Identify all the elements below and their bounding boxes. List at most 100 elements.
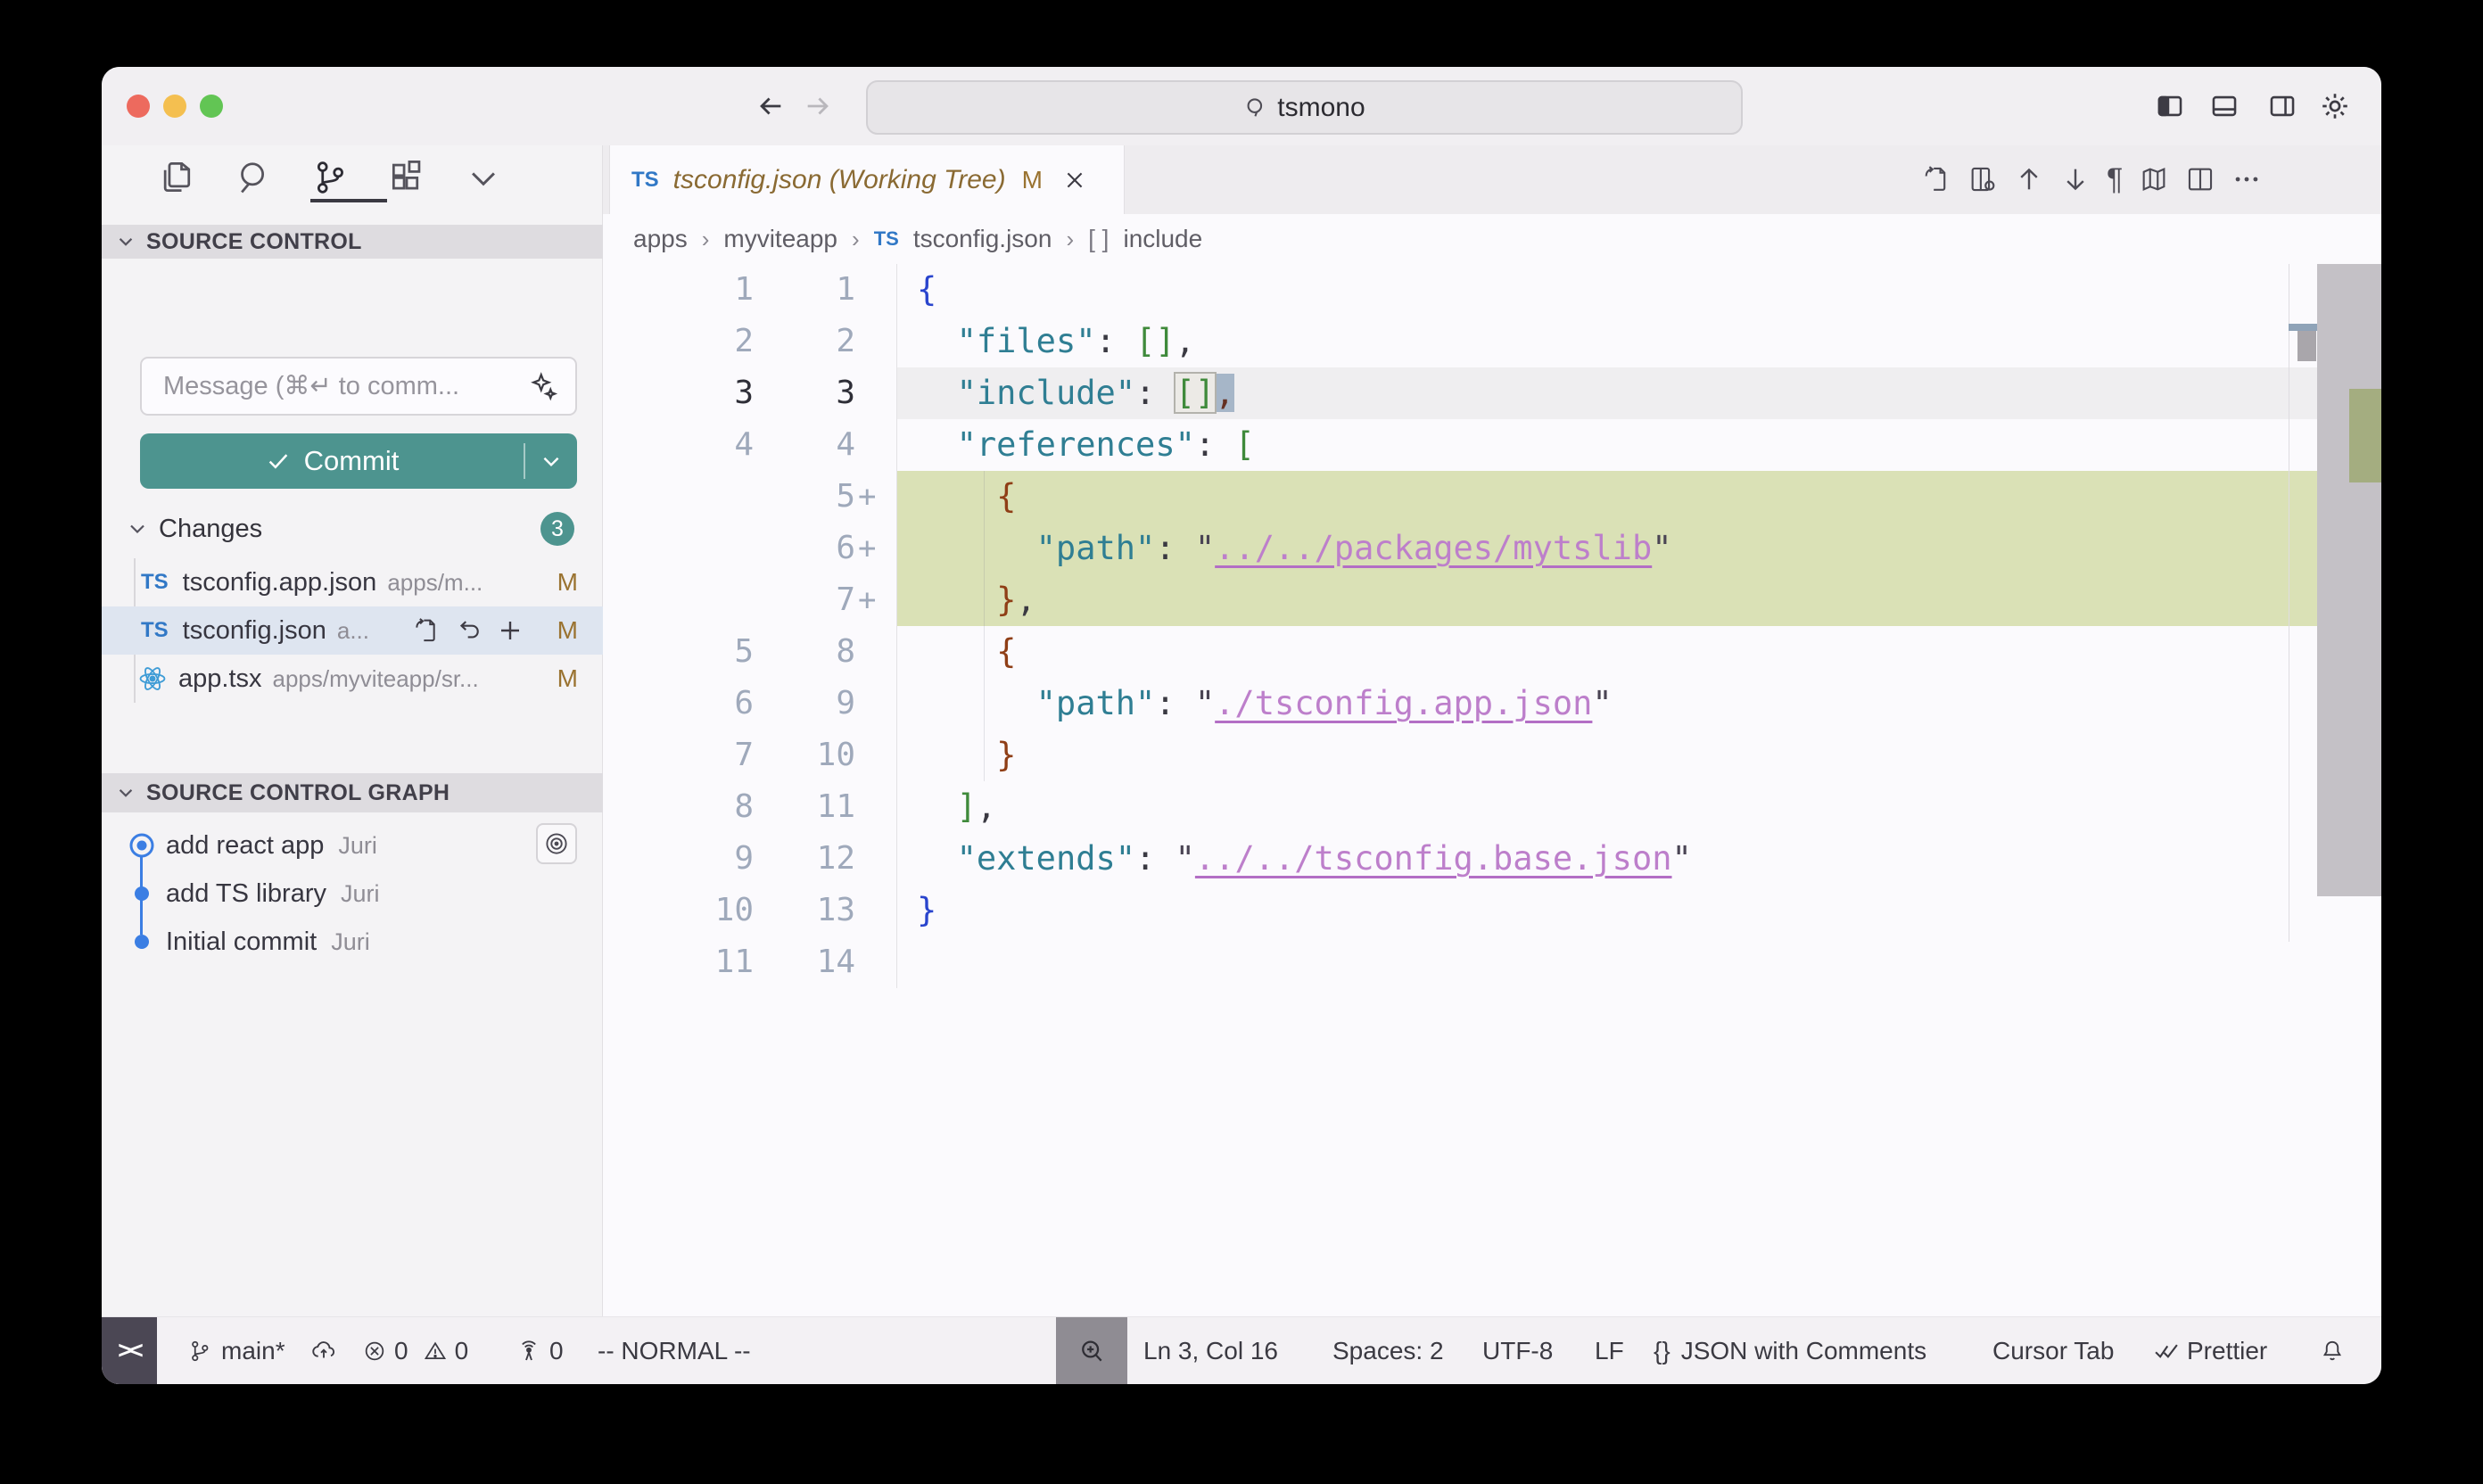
formatter-item[interactable]: Prettier bbox=[2153, 1317, 2267, 1384]
modified-line-number: 8 bbox=[754, 626, 855, 678]
tab-title: tsconfig.json (Working Tree) bbox=[673, 165, 1006, 195]
editor-toolbar: ¶ bbox=[1921, 164, 2262, 194]
added-line-plus-marker: + bbox=[858, 523, 876, 574]
original-line-number: 5 bbox=[603, 626, 754, 678]
code-line[interactable]: 1013} bbox=[102, 885, 2381, 936]
code-line[interactable]: 912 "extends": "../../tsconfig.base.json… bbox=[102, 833, 2381, 885]
braces-icon: {} bbox=[1654, 1337, 1670, 1365]
eol: LF bbox=[1595, 1337, 1624, 1365]
warnings-icon bbox=[423, 1339, 448, 1364]
modified-line-number: 11 bbox=[754, 781, 855, 833]
cursor-position-item[interactable]: Ln 3, Col 16 bbox=[1143, 1317, 1278, 1384]
breadcrumb-item-tsconfig-json[interactable]: tsconfig.json bbox=[913, 225, 1052, 253]
original-line-number: 6 bbox=[603, 678, 754, 730]
notifications-item[interactable] bbox=[2319, 1317, 2346, 1384]
search-view-icon[interactable] bbox=[234, 158, 273, 197]
forward-button[interactable] bbox=[803, 91, 833, 121]
section-chevron-icon bbox=[116, 232, 136, 251]
toggle-primary-sidebar-icon[interactable] bbox=[2155, 91, 2185, 121]
gutter-divider bbox=[896, 264, 897, 988]
code-line[interactable]: 22 "files": [], bbox=[102, 316, 2381, 367]
code-line[interactable]: 811 ], bbox=[102, 781, 2381, 833]
language-mode-item[interactable]: {} JSON with Comments bbox=[1654, 1317, 1926, 1384]
cursor-tab-item[interactable]: Cursor Tab bbox=[1992, 1317, 2114, 1384]
whitespace-pilcrow-icon[interactable]: ¶ bbox=[2107, 164, 2123, 194]
toggle-panel-icon[interactable] bbox=[2209, 91, 2240, 121]
toggle-secondary-sidebar-icon[interactable] bbox=[2267, 91, 2297, 121]
tab-modified-badge: M bbox=[1022, 166, 1043, 194]
added-line-highlight bbox=[896, 574, 2317, 626]
code-line[interactable]: 44 "references": [ bbox=[102, 419, 2381, 471]
source-control-section-header[interactable]: SOURCE CONTROL bbox=[102, 225, 603, 259]
added-line-plus-marker: + bbox=[858, 574, 876, 626]
editor-scrollbar[interactable] bbox=[2317, 264, 2381, 896]
close-tab-icon[interactable] bbox=[1062, 168, 1087, 193]
code-text: }, bbox=[917, 574, 1036, 626]
original-line-number bbox=[603, 523, 754, 574]
screen: tsmono bbox=[0, 0, 2483, 1484]
code-text: "path": "../../packages/mytslib" bbox=[917, 523, 1672, 574]
code-line[interactable]: 69 "path": "./tsconfig.app.json" bbox=[102, 678, 2381, 730]
open-changes-icon[interactable] bbox=[1921, 164, 1951, 194]
close-window-button[interactable] bbox=[127, 95, 150, 118]
code-line[interactable]: 58 { bbox=[102, 626, 2381, 678]
overview-cursor-mark bbox=[2289, 324, 2320, 331]
screencast-zoom-item[interactable] bbox=[1056, 1317, 1127, 1384]
code-line[interactable]: 710 } bbox=[102, 730, 2381, 781]
activity-bar bbox=[157, 145, 523, 208]
settings-gear-icon[interactable] bbox=[2319, 90, 2351, 122]
vscode-window: tsmono bbox=[102, 67, 2381, 1384]
code-text: "references": [ bbox=[917, 419, 1255, 471]
tab-tsconfig-json-working-tree[interactable]: TS tsconfig.json (Working Tree) M bbox=[609, 145, 1125, 214]
code-line[interactable]: 1114 bbox=[102, 936, 2381, 988]
breadcrumb-item-apps[interactable]: apps bbox=[633, 225, 688, 253]
modified-line-number: 12 bbox=[754, 833, 855, 885]
ts-file-icon: TS bbox=[874, 227, 899, 251]
indentation-item[interactable]: Spaces: 2 bbox=[1332, 1317, 1444, 1384]
problems-status-item[interactable]: 0 0 bbox=[362, 1317, 468, 1384]
git-branch-icon bbox=[187, 1339, 212, 1364]
code-line[interactable]: 6+ "path": "../../packages/mytslib" bbox=[102, 523, 2381, 574]
modified-line-number: 10 bbox=[754, 730, 855, 781]
code-text: } bbox=[917, 730, 1016, 781]
previous-change-icon[interactable] bbox=[2014, 164, 2044, 194]
indentation: Spaces: 2 bbox=[1332, 1337, 1444, 1365]
inline-diff-view-icon[interactable] bbox=[1967, 164, 1998, 194]
remote-icon: >< bbox=[118, 1337, 141, 1364]
word-wrap-map-icon[interactable] bbox=[2139, 164, 2169, 194]
radio-tower-icon bbox=[516, 1338, 542, 1364]
warnings-count: 0 bbox=[455, 1337, 469, 1365]
code-line[interactable]: 11 { bbox=[102, 264, 2381, 316]
breadcrumb-item-myviteapp[interactable]: myviteapp bbox=[723, 225, 837, 253]
code-text: { bbox=[917, 264, 936, 316]
explorer-icon[interactable] bbox=[157, 158, 196, 197]
extensions-view-icon[interactable] bbox=[387, 158, 426, 197]
minimize-window-button[interactable] bbox=[163, 95, 186, 118]
command-center-search[interactable]: tsmono bbox=[866, 80, 1743, 135]
code-line[interactable]: 33 "include": [], bbox=[102, 367, 2381, 419]
more-views-chevron-icon[interactable] bbox=[464, 158, 503, 197]
modified-line-number: 1 bbox=[754, 264, 855, 316]
cursor-tab: Cursor Tab bbox=[1992, 1337, 2114, 1365]
code-line[interactable]: 7+ }, bbox=[102, 574, 2381, 626]
encoding-item[interactable]: UTF-8 bbox=[1482, 1317, 1553, 1384]
ports-status-item[interactable]: 0 bbox=[516, 1317, 564, 1384]
encoding: UTF-8 bbox=[1482, 1337, 1553, 1365]
code-line[interactable]: 5+ { bbox=[102, 471, 2381, 523]
breadcrumb-item-include[interactable]: include bbox=[1123, 225, 1202, 253]
eol-item[interactable]: LF bbox=[1595, 1317, 1624, 1384]
original-line-number: 3 bbox=[603, 367, 754, 419]
modified-line-number: 7 bbox=[754, 574, 855, 626]
source-control-view-icon[interactable] bbox=[310, 158, 350, 197]
next-change-icon[interactable] bbox=[2060, 164, 2091, 194]
errors-count: 0 bbox=[394, 1337, 408, 1365]
remote-indicator-button[interactable]: >< bbox=[102, 1317, 157, 1384]
code-text: "include": [], bbox=[917, 367, 1234, 419]
back-button[interactable] bbox=[755, 91, 786, 121]
branch-status-item[interactable]: main* bbox=[187, 1317, 337, 1384]
original-line-number: 1 bbox=[603, 264, 754, 316]
vim-mode-status-item[interactable]: -- NORMAL -- bbox=[598, 1317, 751, 1384]
more-actions-icon[interactable] bbox=[2231, 164, 2262, 194]
maximize-window-button[interactable] bbox=[200, 95, 223, 118]
split-editor-icon[interactable] bbox=[2185, 164, 2215, 194]
